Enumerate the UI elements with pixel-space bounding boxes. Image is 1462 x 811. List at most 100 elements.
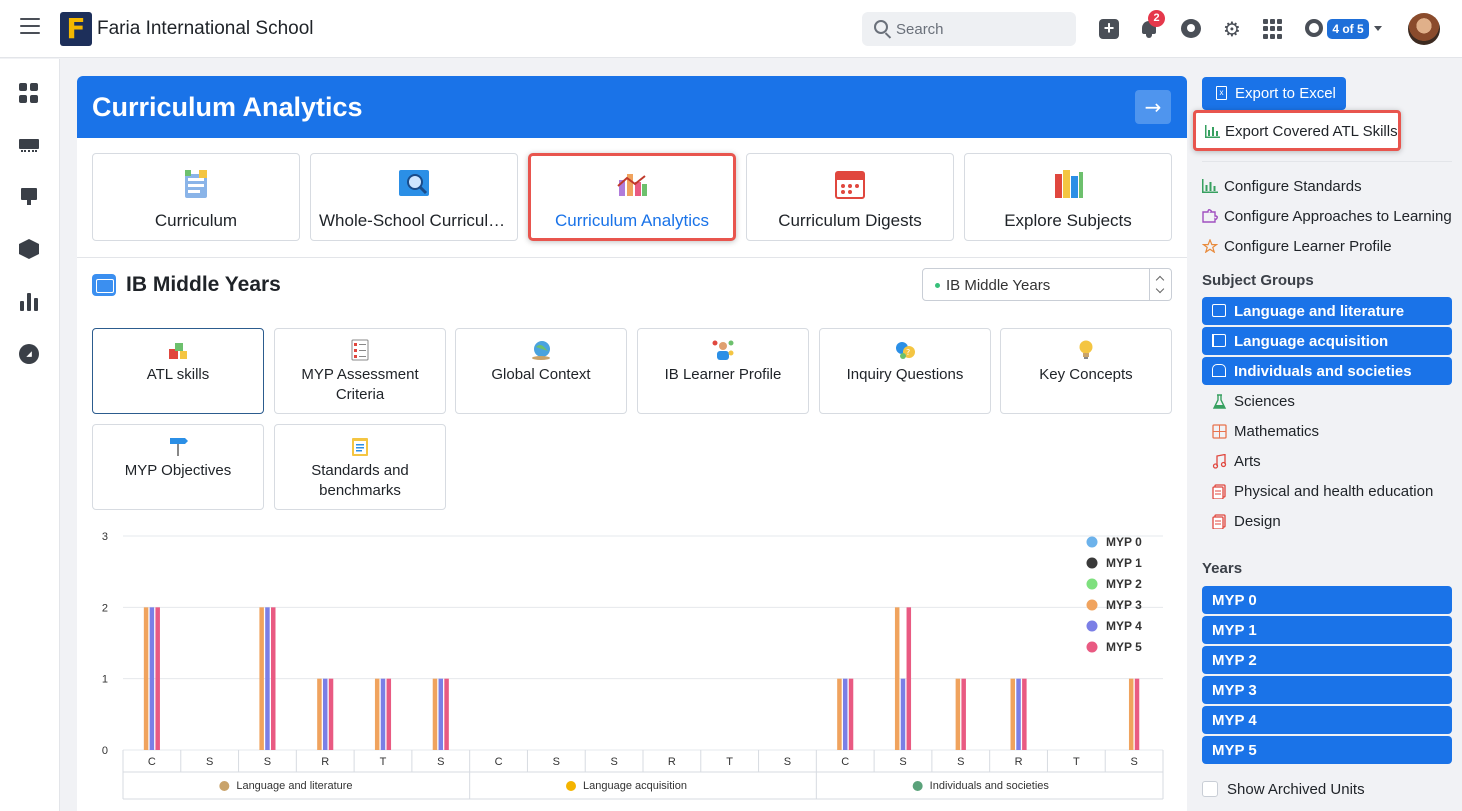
school-logo[interactable]: F xyxy=(60,12,92,46)
group-icon xyxy=(219,781,230,791)
category-label: Standards and benchmarks xyxy=(311,462,409,499)
category-myp-assessment-criteria[interactable]: MYP Assessment Criteria xyxy=(274,328,446,414)
curriculum-box-icon[interactable] xyxy=(19,239,39,259)
tab-label: Curriculum Digests xyxy=(778,211,922,230)
book-icon xyxy=(1212,304,1226,317)
x-tick-label: S xyxy=(610,756,617,768)
select-arrows-icon[interactable] xyxy=(1149,269,1171,300)
configure-label: Configure Learner Profile xyxy=(1224,238,1392,255)
group-label: Language and literature xyxy=(236,780,352,792)
legend-label: MYP 0 xyxy=(1106,535,1142,549)
x-tick-label: T xyxy=(1073,756,1080,768)
group-label: Language acquisition xyxy=(583,780,687,792)
year-myp-3[interactable]: MYP 3 xyxy=(1202,676,1452,704)
explore-compass-icon[interactable] xyxy=(19,344,39,364)
add-icon[interactable]: + xyxy=(1099,19,1119,39)
program-select[interactable]: IB Middle Years xyxy=(922,268,1172,301)
legend-marker xyxy=(1086,536,1098,548)
export-atl-label: Export Covered ATL Skills xyxy=(1225,123,1398,140)
year-label: MYP 5 xyxy=(1212,742,1257,759)
legend-marker xyxy=(1086,578,1098,590)
subject-group-label: Sciences xyxy=(1234,393,1295,410)
bar xyxy=(270,607,276,750)
teaching-icon[interactable] xyxy=(19,186,39,206)
tab-curriculum[interactable]: Curriculum xyxy=(92,153,300,241)
flask-icon xyxy=(1212,394,1227,409)
menu-icon[interactable] xyxy=(20,18,40,38)
page-title: Curriculum Analytics xyxy=(92,92,363,122)
bar xyxy=(386,678,392,750)
document-icon xyxy=(1212,484,1226,499)
category-ib-learner-profile[interactable]: IB Learner Profile xyxy=(637,328,809,414)
show-archived-checkbox[interactable] xyxy=(1202,781,1218,797)
question-bubbles-icon: ? xyxy=(896,342,915,359)
program-title: IB Middle Years xyxy=(126,273,281,296)
analytics-chart-icon xyxy=(617,174,647,196)
bar xyxy=(837,678,842,750)
x-tick-label: S xyxy=(1130,756,1137,768)
tab-label: Whole-School Curriculu... xyxy=(319,211,512,230)
bar xyxy=(265,607,270,750)
category-standards-benchmarks[interactable]: Standards and benchmarks xyxy=(274,424,446,510)
year-myp-2[interactable]: MYP 2 xyxy=(1202,646,1452,674)
legend-label: MYP 3 xyxy=(1106,598,1142,612)
arrow-right-icon[interactable]: → xyxy=(1135,90,1171,124)
tab-curriculum-analytics[interactable]: Curriculum Analytics xyxy=(528,153,736,241)
year-myp-1[interactable]: MYP 1 xyxy=(1202,616,1452,644)
bar xyxy=(906,607,912,750)
calculator-icon xyxy=(1212,424,1227,439)
subject-group-language-acquisition[interactable]: Language acquisition xyxy=(1202,327,1452,355)
tab-curriculum-digests[interactable]: Curriculum Digests xyxy=(746,153,954,241)
subject-group-label: Arts xyxy=(1234,453,1261,470)
standards-chart-icon xyxy=(1202,179,1218,193)
year-myp-5[interactable]: MYP 5 xyxy=(1202,736,1452,764)
tab-explore-subjects[interactable]: Explore Subjects xyxy=(964,153,1172,241)
whole-school-icon xyxy=(399,170,429,196)
program-select-value: IB Middle Years xyxy=(946,277,1051,294)
clipboard-icon xyxy=(352,438,368,456)
bar xyxy=(155,607,160,750)
year-myp-4[interactable]: MYP 4 xyxy=(1202,706,1452,734)
bar xyxy=(328,678,334,750)
right-panel: x Export to Excel Export Covered ATL Ski… xyxy=(1193,0,1462,811)
category-key-concepts[interactable]: Key Concepts xyxy=(1000,328,1172,414)
category-myp-objectives[interactable]: MYP Objectives xyxy=(92,424,264,510)
subject-groups-heading: Subject Groups xyxy=(1202,272,1314,289)
chat-icon[interactable] xyxy=(1181,19,1201,38)
year-label: MYP 1 xyxy=(1212,622,1257,639)
notification-badge: 2 xyxy=(1148,10,1165,27)
legend-label: MYP 4 xyxy=(1106,619,1142,633)
bar xyxy=(444,678,449,750)
year-label: MYP 2 xyxy=(1212,652,1257,669)
search-box[interactable] xyxy=(862,12,1076,46)
subject-group-individuals-societies[interactable]: Individuals and societies xyxy=(1202,357,1452,385)
category-inquiry-questions[interactable]: ? Inquiry Questions xyxy=(819,328,991,414)
group-label: Individuals and societies xyxy=(930,780,1050,792)
export-to-excel-button[interactable]: x Export to Excel xyxy=(1202,77,1346,110)
analytics-icon[interactable] xyxy=(19,291,39,311)
legend-marker xyxy=(1086,557,1098,569)
x-tick-label: S xyxy=(206,756,213,768)
bar xyxy=(900,678,906,750)
category-atl-skills[interactable]: ATL skills xyxy=(92,328,264,414)
x-tick-label: C xyxy=(148,756,156,768)
legend-marker xyxy=(1086,641,1098,653)
calendar-icon xyxy=(835,171,865,199)
configure-label: Configure Approaches to Learning xyxy=(1224,208,1452,225)
export-covered-atl-skills-button[interactable]: Export Covered ATL Skills xyxy=(1193,110,1401,151)
classes-icon[interactable] xyxy=(19,137,39,157)
atl-skills-chart: 0 1 2 3 C S S R T S C S S R T S C S S R T S Language and liter… xyxy=(102,531,1164,800)
dashboard-icon[interactable] xyxy=(19,83,39,103)
bar xyxy=(143,607,149,750)
category-label: MYP Objectives xyxy=(124,462,232,479)
subject-group-language-literature[interactable]: Language and literature xyxy=(1202,297,1452,325)
bar xyxy=(317,678,322,750)
bar xyxy=(894,607,900,750)
legend-marker xyxy=(1086,599,1098,611)
category-global-context[interactable]: Global Context xyxy=(455,328,627,414)
year-myp-0[interactable]: MYP 0 xyxy=(1202,586,1452,614)
tab-whole-school-curriculum[interactable]: Whole-School Curriculu... xyxy=(310,153,518,241)
search-input[interactable] xyxy=(896,19,1066,39)
x-tick-label: S xyxy=(264,756,271,768)
bar xyxy=(1022,678,1027,750)
